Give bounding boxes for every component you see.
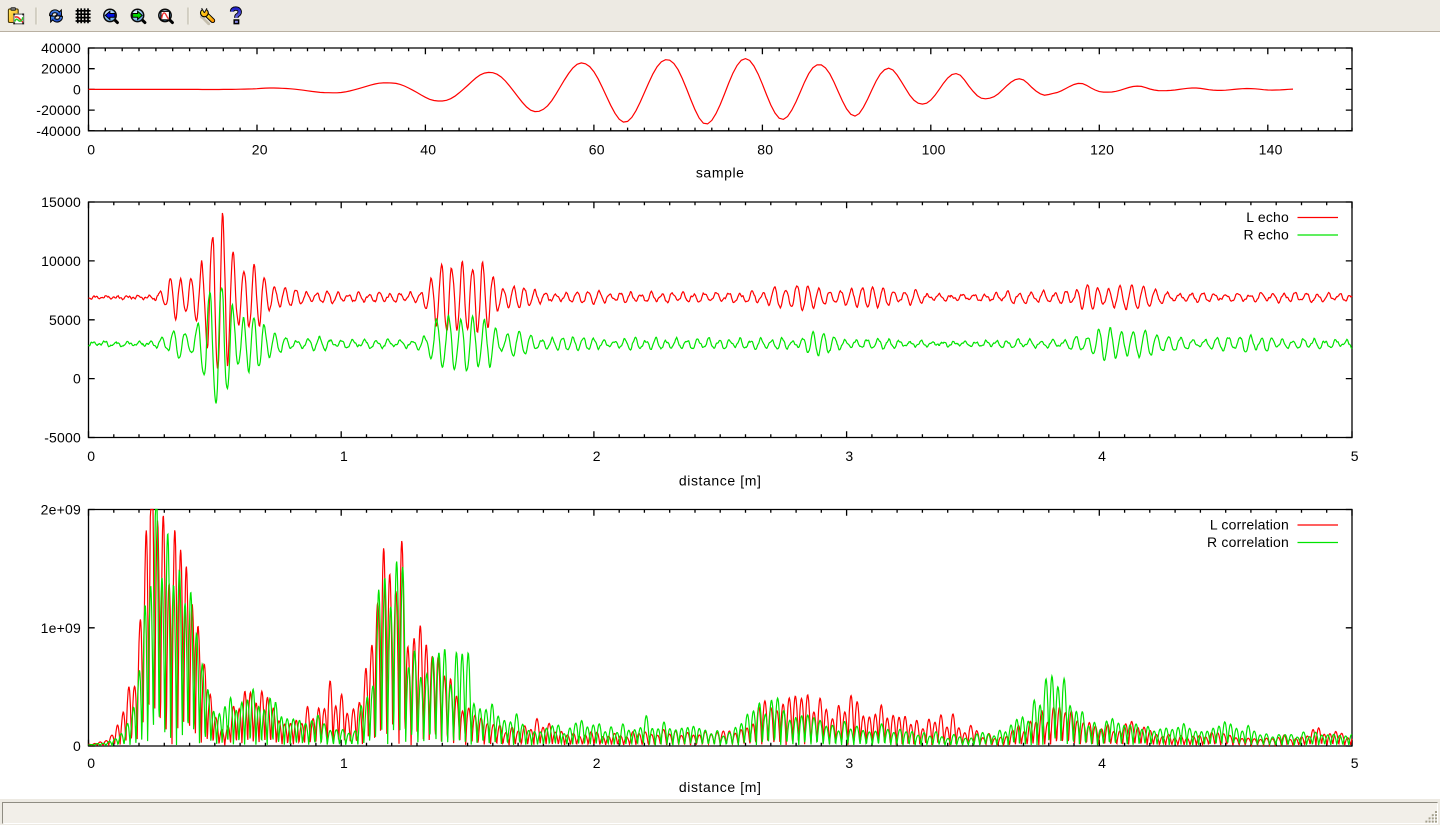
svg-text:1e+09: 1e+09	[41, 620, 81, 636]
svg-text:15000: 15000	[41, 194, 81, 210]
svg-text:20: 20	[252, 141, 268, 157]
svg-text:0: 0	[73, 81, 81, 97]
svg-text:20000: 20000	[41, 61, 81, 77]
svg-text:100: 100	[922, 141, 946, 157]
svg-text:1: 1	[340, 755, 348, 771]
svg-text:10000: 10000	[41, 253, 81, 269]
svg-text:0: 0	[73, 371, 81, 387]
svg-text:5000: 5000	[49, 312, 81, 328]
svg-text:L correlation: L correlation	[1210, 517, 1289, 533]
svg-text:40000: 40000	[41, 40, 81, 56]
svg-text:0: 0	[87, 141, 95, 157]
svg-text:3: 3	[845, 448, 853, 464]
svg-text:60: 60	[589, 141, 605, 157]
svg-text:distance [m]: distance [m]	[679, 779, 762, 795]
svg-text:-20000: -20000	[36, 102, 81, 118]
svg-text:sample: sample	[696, 165, 745, 181]
svg-text:2: 2	[593, 448, 601, 464]
svg-text:3: 3	[845, 755, 853, 771]
svg-text:120: 120	[1090, 141, 1114, 157]
svg-text:1: 1	[340, 448, 348, 464]
svg-text:-5000: -5000	[44, 430, 81, 446]
svg-text:2e+09: 2e+09	[41, 502, 81, 518]
svg-text:-40000: -40000	[36, 123, 81, 139]
svg-text:0: 0	[87, 755, 95, 771]
svg-text:distance [m]: distance [m]	[679, 473, 762, 489]
svg-text:80: 80	[757, 141, 773, 157]
svg-text:5: 5	[1351, 755, 1359, 771]
svg-text:4: 4	[1098, 755, 1106, 771]
svg-text:R correlation: R correlation	[1207, 534, 1289, 550]
svg-text:2: 2	[593, 755, 601, 771]
svg-text:4: 4	[1098, 448, 1106, 464]
svg-text:0: 0	[73, 738, 81, 754]
svg-text:40: 40	[420, 141, 436, 157]
svg-text:L echo: L echo	[1246, 209, 1289, 225]
svg-text:R echo: R echo	[1243, 227, 1289, 243]
svg-text:140: 140	[1259, 141, 1283, 157]
svg-text:0: 0	[87, 448, 95, 464]
svg-text:5: 5	[1351, 448, 1359, 464]
